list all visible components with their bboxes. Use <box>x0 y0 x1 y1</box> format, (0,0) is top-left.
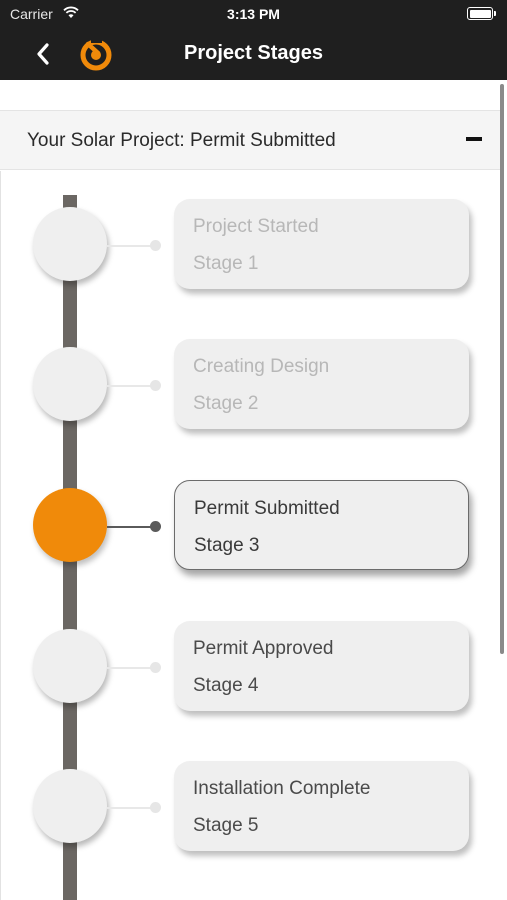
stage-node <box>33 207 107 281</box>
stage-name: Project Started <box>193 216 319 237</box>
stage-connector <box>107 385 153 387</box>
stage-name: Creating Design <box>193 356 330 377</box>
stage-name: Permit Submitted <box>194 498 340 519</box>
stage-item: Creating Design Stage 2 <box>0 339 500 459</box>
stage-dot <box>150 240 161 251</box>
stage-card-4[interactable]: Permit Approved Stage 4 <box>174 621 469 711</box>
stage-connector <box>107 667 153 669</box>
stage-node <box>33 347 107 421</box>
stage-item: Permit Approved Stage 4 <box>0 621 500 741</box>
stage-dot <box>150 380 161 391</box>
stage-item: Installation Complete Stage 5 <box>0 761 500 881</box>
stage-name: Installation Complete <box>193 778 371 799</box>
stage-number: Stage 1 <box>193 253 259 274</box>
status-bar: Carrier 3:13 PM <box>0 0 507 28</box>
project-section-header[interactable]: Your Solar Project: Permit Submitted <box>0 110 500 170</box>
stage-name: Permit Approved <box>193 638 334 659</box>
stage-card-2[interactable]: Creating Design Stage 2 <box>174 339 469 429</box>
navigation-bar: Project Stages <box>0 28 507 80</box>
section-title: Your Solar Project: Permit Submitted <box>27 130 336 151</box>
stage-item: Project Started Stage 1 <box>0 199 500 319</box>
stage-number: Stage 3 <box>194 535 260 556</box>
stage-node-current <box>33 488 107 562</box>
stage-connector <box>107 807 153 809</box>
battery-icon <box>467 7 496 20</box>
minus-icon[interactable] <box>466 137 482 141</box>
stage-number: Stage 2 <box>193 393 259 414</box>
stage-connector <box>107 526 153 528</box>
status-time: 3:13 PM <box>227 6 280 22</box>
stage-dot <box>150 802 161 813</box>
stage-dot <box>150 521 161 532</box>
stage-card-1[interactable]: Project Started Stage 1 <box>174 199 469 289</box>
stage-dot <box>150 662 161 673</box>
stage-card-3[interactable]: Permit Submitted Stage 3 <box>174 480 469 570</box>
scrollbar[interactable] <box>500 84 504 654</box>
stage-number: Stage 5 <box>193 815 259 836</box>
content-area[interactable]: Your Solar Project: Permit Submitted Pro… <box>0 80 507 900</box>
stage-node <box>33 629 107 703</box>
stage-connector <box>107 245 153 247</box>
stage-number: Stage 4 <box>193 675 259 696</box>
stage-timeline: Project Started Stage 1 Creating Design … <box>0 171 500 900</box>
page-title: Project Stages <box>184 42 323 64</box>
stage-node <box>33 769 107 843</box>
stage-item: Permit Submitted Stage 3 <box>0 480 500 600</box>
stage-card-5[interactable]: Installation Complete Stage 5 <box>174 761 469 851</box>
